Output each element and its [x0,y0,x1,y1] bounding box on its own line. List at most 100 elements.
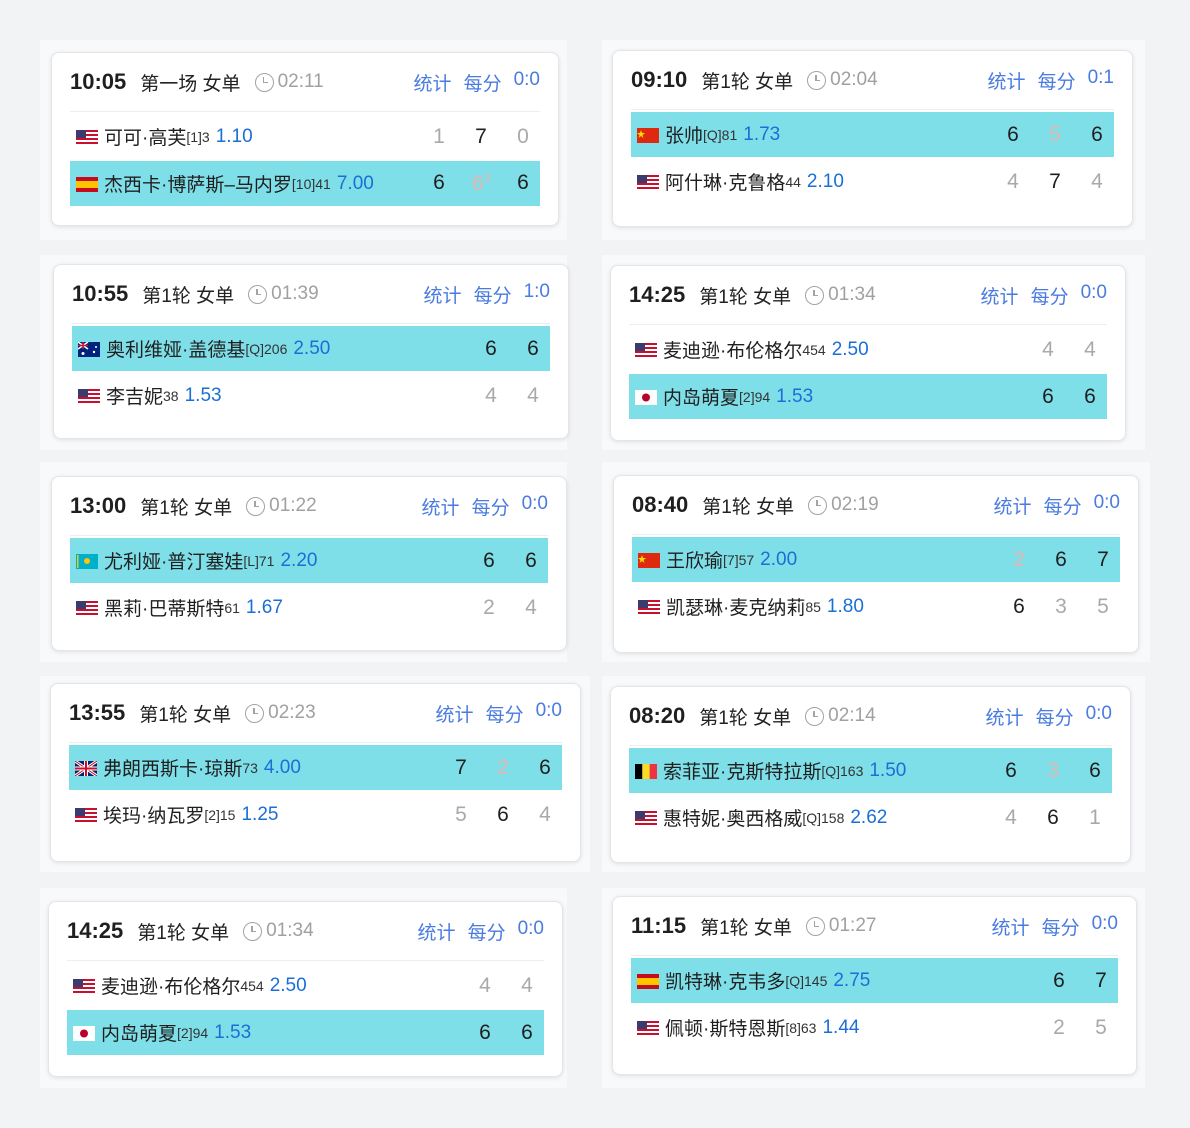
player-odds[interactable]: 1.25 [241,804,278,826]
player-name[interactable]: 奥利维娅·盖德基 [106,335,245,362]
player-name[interactable]: 王欣瑜 [666,546,723,573]
player-row[interactable]: 内岛萌夏 [2]94 1.53 66 [67,1010,544,1055]
player-row[interactable]: 索菲亚·克斯特拉斯 [Q]163 1.50 6 3 6 [629,748,1112,793]
player-row[interactable]: 尤利娅·普汀塞娃 [L]71 2.20 66 [70,538,548,583]
player-name[interactable]: 李吉妮 [106,382,163,409]
match-card[interactable]: 08:20 第1轮 女单 02:14 统计 每分 0:0 索菲亚·克斯特拉斯 [… [610,686,1131,863]
player-name[interactable]: 张帅 [665,121,703,148]
player-odds[interactable]: 4.00 [264,757,301,779]
point-score[interactable]: 0:1 [1088,67,1114,94]
match-card[interactable]: 13:00 第1轮 女单 01:22 统计 每分 0:0 尤利娅·普汀塞娃 [L… [51,476,567,651]
player-name[interactable]: 黑莉·巴蒂斯特 [104,594,224,621]
player-row[interactable]: 麦迪逊·布伦格尔 454 2.50 44 [67,963,544,1008]
match-card[interactable]: 13:55 第1轮 女单 02:23 统计 每分 0:0 弗朗西斯卡·琼斯 73… [50,683,581,862]
points-link[interactable]: 每分 [1044,492,1082,519]
player-name[interactable]: 佩顿·斯特恩斯 [665,1014,785,1041]
points-link[interactable]: 每分 [474,281,512,308]
stats-link[interactable]: 统计 [992,913,1030,940]
stats-link[interactable]: 统计 [994,492,1032,519]
player-odds[interactable]: 2.00 [760,549,797,571]
player-row[interactable]: 黑莉·巴蒂斯特 61 1.67 24 [70,585,548,630]
player-name[interactable]: 内岛萌夏 [101,1019,177,1046]
stats-link[interactable]: 统计 [436,700,474,727]
player-odds[interactable]: 2.50 [293,338,330,360]
player-row[interactable]: 埃玛·纳瓦罗 [2]15 1.25 5 6 4 [69,792,562,837]
player-odds[interactable]: 1.53 [185,385,222,407]
point-score[interactable]: 0:0 [518,918,544,945]
player-odds[interactable]: 2.50 [270,975,307,997]
match-card[interactable]: 14:25 第1轮 女单 01:34 统计 每分 0:0 麦迪逊·布伦格尔 45… [610,265,1126,441]
point-score[interactable]: 0:0 [522,493,548,520]
player-odds[interactable]: 1.53 [214,1022,251,1044]
point-score[interactable]: 0:0 [1081,282,1107,309]
player-row[interactable]: 奥利维娅·盖德基 [Q]206 2.50 66 [72,326,550,371]
player-name[interactable]: 可可·高芙 [104,123,186,150]
player-name[interactable]: 凯瑟琳·麦克纳莉 [666,593,805,620]
stats-link[interactable]: 统计 [418,918,456,945]
match-card[interactable]: 10:55 第1轮 女单 01:39 统计 每分 1:0 奥利维娅·盖德基 [Q… [53,264,569,439]
player-row[interactable]: 王欣瑜 [7]57 2.00 2 6 7 [632,537,1120,582]
player-row[interactable]: 佩顿·斯特恩斯 [8]63 1.44 25 [631,1005,1118,1050]
player-name[interactable]: 麦迪逊·布伦格尔 [101,972,240,999]
player-row[interactable]: 李吉妮 38 1.53 44 [72,373,550,418]
match-card[interactable]: 14:25 第1轮 女单 01:34 统计 每分 0:0 麦迪逊·布伦格尔 45… [48,901,563,1077]
player-row[interactable]: 弗朗西斯卡·琼斯 73 4.00 7 2 6 [69,745,562,790]
point-score[interactable]: 0:0 [1094,492,1120,519]
player-name[interactable]: 埃玛·纳瓦罗 [103,801,204,828]
stats-link[interactable]: 统计 [414,69,452,96]
player-odds[interactable]: 2.10 [807,171,844,193]
player-odds[interactable]: 1.44 [822,1017,859,1039]
match-card[interactable]: 09:10 第1轮 女单 02:04 统计 每分 0:1 张帅 [Q]81 1.… [612,50,1133,227]
points-link[interactable]: 每分 [464,69,502,96]
stats-link[interactable]: 统计 [424,281,462,308]
match-card[interactable]: 10:05 第一场 女单 02:11 统计 每分 0:0 可可·高芙 [1]3 … [51,52,559,226]
player-name[interactable]: 惠特妮·奥西格威 [663,804,802,831]
point-score[interactable]: 0:0 [1086,703,1112,730]
player-odds[interactable]: 2.75 [833,970,870,992]
points-link[interactable]: 每分 [468,918,506,945]
player-row[interactable]: 杰西卡·博萨斯–马内罗 [10]41 7.00 6 63 6 [70,161,540,206]
point-score[interactable]: 0:0 [536,700,562,727]
player-odds[interactable]: 2.62 [850,807,887,829]
points-link[interactable]: 每分 [486,700,524,727]
player-odds[interactable]: 1.10 [216,126,253,148]
player-row[interactable]: 内岛萌夏 [2]94 1.53 66 [629,374,1107,419]
player-row[interactable]: 凯瑟琳·麦克纳莉 85 1.80 6 3 5 [632,584,1120,629]
player-odds[interactable]: 1.80 [827,596,864,618]
stats-link[interactable]: 统计 [422,493,460,520]
points-link[interactable]: 每分 [1036,703,1074,730]
points-link[interactable]: 每分 [472,493,510,520]
player-row[interactable]: 可可·高芙 [1]3 1.10 1 7 0 [70,114,540,159]
points-link[interactable]: 每分 [1038,67,1076,94]
player-row[interactable]: 惠特妮·奥西格威 [Q]158 2.62 4 6 1 [629,795,1112,840]
stats-link[interactable]: 统计 [981,282,1019,309]
player-odds[interactable]: 2.20 [280,550,317,572]
player-name[interactable]: 索菲亚·克斯特拉斯 [663,757,821,784]
player-row[interactable]: 麦迪逊·布伦格尔 454 2.50 44 [629,327,1107,372]
player-odds[interactable]: 1.50 [869,760,906,782]
match-card[interactable]: 08:40 第1轮 女单 02:19 统计 每分 0:0 王欣瑜 [7]57 2… [613,475,1139,653]
point-score[interactable]: 0:0 [1092,913,1118,940]
player-odds[interactable]: 1.53 [776,386,813,408]
player-name[interactable]: 弗朗西斯卡·琼斯 [103,754,242,781]
player-odds[interactable]: 1.67 [246,597,283,619]
points-link[interactable]: 每分 [1042,913,1080,940]
point-score[interactable]: 1:0 [524,281,550,308]
player-odds[interactable]: 2.50 [832,339,869,361]
player-name[interactable]: 麦迪逊·布伦格尔 [663,336,802,363]
player-row[interactable]: 张帅 [Q]81 1.73 6 5 6 [631,112,1114,157]
stats-link[interactable]: 统计 [986,703,1024,730]
player-name[interactable]: 尤利娅·普汀塞娃 [104,547,243,574]
player-name[interactable]: 凯特琳·克韦多 [665,967,785,994]
match-card[interactable]: 11:15 第1轮 女单 01:27 统计 每分 0:0 凯特琳·克韦多 [Q]… [612,896,1137,1075]
player-row[interactable]: 凯特琳·克韦多 [Q]145 2.75 67 [631,958,1118,1003]
player-name[interactable]: 杰西卡·博萨斯–马内罗 [104,170,292,197]
point-score[interactable]: 0:0 [514,69,540,96]
player-name[interactable]: 内岛萌夏 [663,383,739,410]
player-odds[interactable]: 1.73 [743,124,780,146]
player-row[interactable]: 阿什琳·克鲁格 44 2.10 4 7 4 [631,159,1114,204]
points-link[interactable]: 每分 [1031,282,1069,309]
stats-link[interactable]: 统计 [988,67,1026,94]
player-odds[interactable]: 7.00 [337,173,374,195]
player-name[interactable]: 阿什琳·克鲁格 [665,168,785,195]
